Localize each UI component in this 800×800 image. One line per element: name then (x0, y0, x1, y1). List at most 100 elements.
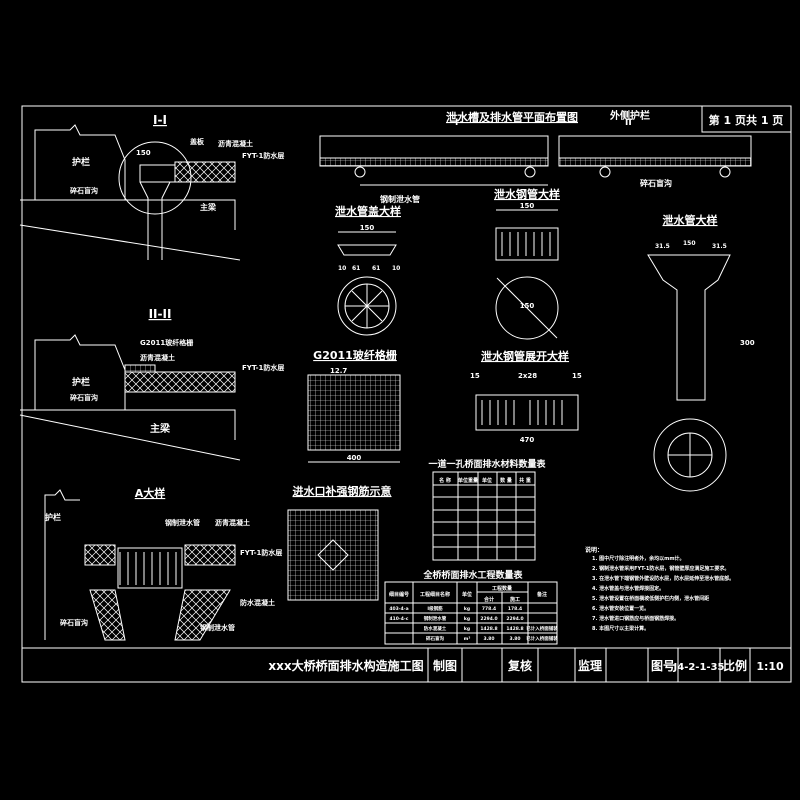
drain-dim: 31.5 (655, 243, 670, 250)
cover-dim: 10 (392, 265, 400, 272)
section-mark-2: II (625, 118, 632, 128)
table2-cell: kg (464, 606, 470, 612)
cover-dim-total: 150 (360, 224, 375, 232)
unfold-dim: 15 (470, 372, 480, 380)
notes: 说明： 1. 图中尺寸除注明者外，余均以mm计。 2. 钢制泄水管采用FYT-1防… (585, 546, 734, 632)
gravel-label-2: 碎石盲沟 (70, 393, 98, 402)
supervised-label: 监理 (578, 658, 602, 673)
note-item: 7. 泄水管进口钢筋应与桥面钢筋焊接。 (592, 615, 679, 622)
asphalt-label: 沥青混凝土 (218, 139, 253, 148)
table2-cell: 3.80 (483, 636, 494, 642)
table2-cell: kg (464, 616, 470, 622)
asphalt-label-2: 沥青混凝土 (140, 353, 175, 362)
grid-title: G2011玻纤格栅 (313, 348, 397, 362)
girder-label: 主梁 (200, 202, 217, 212)
table2-cell: 碎石盲沟 (426, 635, 444, 642)
plan-pipe-label: 钢制泄水管 (380, 194, 420, 204)
table2-header: 细目编号 (389, 591, 409, 598)
material-table: 一道一孔桥面排水材料数量表 名 称 单位重量 单位 数 量 共 重 (428, 458, 546, 561)
note-item: 1. 图中尺寸除注明者外，余均以mm计。 (592, 555, 685, 562)
table2-cell: 2294.0 (480, 616, 497, 622)
drain-pipe-title: 泄水管大样 (663, 213, 718, 227)
page-label: 第 1 页共 1 页 (709, 113, 784, 127)
cover-dim: 61 (372, 265, 380, 272)
unfold-dim-bottom: 470 (520, 436, 535, 444)
plan-title: 泄水槽及排水管平面布置图 (446, 110, 578, 124)
dim-150: 150 (136, 149, 151, 157)
detail-a-asphalt: 沥青混凝土 (215, 518, 250, 527)
table2-subheader: 合计 (483, 596, 494, 603)
detail-a-pipe: 钢制泄水管 (165, 518, 200, 527)
grid-label: G2011玻纤格栅 (140, 338, 193, 347)
table2-cell: 403-4-a (389, 606, 408, 612)
table2-cell: 1428.8 (506, 626, 523, 632)
drawing-no: J4-2-1-35 (673, 662, 725, 673)
drawn-label: 制图 (433, 658, 457, 673)
note-item: 3. 在泄水管下端钢管外壁设防水层，防水层延伸至泄水管底部。 (592, 575, 734, 582)
table2-cell: 778.4 (482, 606, 496, 612)
steel-pipe-dia: 150 (520, 302, 535, 310)
table2-cell: I级钢筋 (427, 605, 443, 612)
table2-header: 单位 (462, 591, 472, 598)
section-1-title: I-I (153, 113, 167, 127)
table2-cell: 3.80 (509, 636, 520, 642)
note-item: 4. 泄水管盖与泄水管焊接固定。 (592, 585, 664, 592)
checked-label: 复核 (507, 658, 532, 673)
steel-pipe-detail: 泄水钢管大样 150 150 (494, 187, 560, 340)
drain-pipe-detail: 泄水管大样 31.5 150 31.5 300 (647, 213, 755, 492)
rebar-title: 进水口补强钢筋示意 (293, 484, 392, 498)
table2-header: 工程细目名称 (420, 591, 450, 598)
table2-title: 全桥桥面排水工程数量表 (422, 569, 523, 581)
unfold-dim: 2x28 (518, 372, 537, 380)
note-item: 6. 泄水管安装位置一览。 (592, 605, 649, 612)
table2-cell: 已计入桥面铺装 (526, 635, 558, 642)
detail-a-membrane: FYT-1防水层 (240, 548, 282, 557)
cover-dim: 61 (352, 265, 360, 272)
drain-dim-height: 300 (740, 339, 755, 347)
detail-a-title: A大样 (135, 486, 166, 500)
table2-cell: 1428.8 (480, 626, 497, 632)
table1-title: 一道一孔桥面排水材料数量表 (428, 458, 546, 470)
cad-drawing-sheet: 第 1 页共 1 页 xxx大桥桥面排水构造施工图 制图 复核 监理 图号 J4… (19, 105, 792, 683)
grid-dim: 12.7 (330, 367, 347, 375)
table1-header: 单位重量 (458, 477, 478, 484)
table2-cell: 已计入桥面铺装 (526, 625, 558, 632)
drain-dim: 31.5 (712, 243, 727, 250)
table2-cell: 2294.0 (506, 616, 523, 622)
scale-label: 比例 (723, 658, 747, 673)
quantity-table: 全桥桥面排水工程数量表 细目编号 工程细目名称 单位 工程数量 备注 合计 施工… (384, 569, 558, 645)
drain-dim: 150 (683, 240, 696, 247)
drawing-no-label: 图号 (651, 658, 675, 673)
detail-a-steel: 钢制泄水管 (200, 623, 235, 632)
unfold-detail: 泄水钢管展开大样 15 2x28 15 470 (470, 349, 582, 444)
steel-pipe-title: 泄水钢管大样 (494, 187, 560, 201)
title-block: xxx大桥桥面排水构造施工图 制图 复核 监理 图号 J4-2-1-35 比例 … (268, 648, 784, 682)
table2-cell: 钢制泄水管 (424, 615, 447, 622)
membrane-label-2: FYT-1防水层 (242, 363, 284, 372)
table2-cell: 410-4-c (390, 616, 409, 622)
drawing-title: xxx大桥桥面排水构造施工图 (268, 658, 423, 673)
note-item: 8. 本图尺寸以主梁计算。 (592, 625, 649, 632)
table2-header: 备注 (536, 591, 547, 598)
table2-cell: 178.4 (508, 606, 522, 612)
detail-a-gravel: 碎石盲沟 (60, 618, 88, 627)
grid-dim-bottom: 400 (347, 454, 362, 462)
detail-a-concrete: 防水混凝土 (240, 598, 275, 607)
table2-header: 工程数量 (492, 585, 512, 592)
table1-header: 单位 (482, 477, 492, 484)
table2-subheader: 施工 (509, 596, 520, 603)
rail-label-2: 护栏 (72, 376, 90, 388)
table2-cell: m³ (464, 636, 471, 642)
unfold-dim: 15 (572, 372, 582, 380)
table2-cell: kg (464, 626, 470, 632)
cover-detail: 泄水管盖大样 150 10 61 61 10 (335, 204, 401, 336)
girder-label-2: 主梁 (150, 422, 171, 435)
plan-gravel-label: 碎石盲沟 (640, 178, 672, 188)
grid-detail: G2011玻纤格栅 12.7 400 (307, 348, 401, 463)
gravel-label: 碎石盲沟 (70, 186, 98, 195)
cover-label: 盖板 (190, 137, 205, 146)
steel-pipe-dim: 150 (520, 202, 535, 210)
table1-header: 名 称 (439, 477, 451, 484)
detail-a: A大样 护栏 钢制泄水管 沥青混凝土 FYT-1防水层 防水混凝土 碎石盲沟 钢… (44, 486, 282, 641)
section-2-2: II-II 护栏 主梁 碎石盲沟 FYT-1防水层 G2011玻纤格栅 沥青混凝… (19, 307, 284, 461)
